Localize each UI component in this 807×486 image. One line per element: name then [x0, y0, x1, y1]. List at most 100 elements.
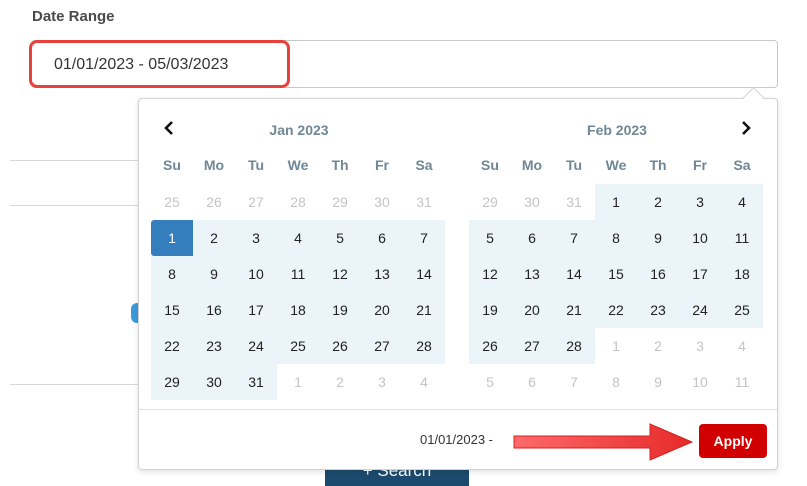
calendar-day[interactable]: 1: [595, 184, 637, 220]
calendar-day[interactable]: 4: [277, 220, 319, 256]
calendar-day[interactable]: 18: [721, 256, 763, 292]
calendar-day[interactable]: 1: [277, 364, 319, 400]
calendar-day[interactable]: 13: [511, 256, 553, 292]
calendar-day[interactable]: 26: [319, 328, 361, 364]
weekday-header: Fr: [375, 157, 389, 173]
calendar-day[interactable]: 11: [721, 220, 763, 256]
calendar-day[interactable]: 6: [511, 220, 553, 256]
calendar-day[interactable]: 31: [403, 184, 445, 220]
calendar-day[interactable]: 12: [319, 256, 361, 292]
calendar-day[interactable]: 31: [235, 364, 277, 400]
calendar-day[interactable]: 5: [469, 364, 511, 400]
weekday-header: Th: [331, 157, 349, 173]
calendar-day[interactable]: 7: [553, 364, 595, 400]
divider: [10, 205, 140, 206]
calendar-day[interactable]: 27: [361, 328, 403, 364]
calendar-day[interactable]: 1: [595, 328, 637, 364]
calendar-day[interactable]: 25: [277, 328, 319, 364]
calendar-day[interactable]: 29: [319, 184, 361, 220]
calendar-day[interactable]: 2: [193, 220, 235, 256]
calendar-day[interactable]: 26: [469, 328, 511, 364]
calendar-day[interactable]: 8: [595, 220, 637, 256]
calendar-day[interactable]: 15: [151, 292, 193, 328]
calendar-day[interactable]: 17: [679, 256, 721, 292]
calendar-day[interactable]: 3: [361, 364, 403, 400]
calendar-day[interactable]: 5: [469, 220, 511, 256]
calendar-day[interactable]: 27: [235, 184, 277, 220]
calendar-day[interactable]: 8: [595, 364, 637, 400]
calendar-day[interactable]: 21: [553, 292, 595, 328]
calendar-day[interactable]: 17: [235, 292, 277, 328]
annotation-arrow-icon: [513, 423, 694, 461]
calendar-day[interactable]: 9: [637, 220, 679, 256]
calendar-day[interactable]: 7: [553, 220, 595, 256]
divider: [10, 384, 140, 385]
calendar-day[interactable]: 7: [403, 220, 445, 256]
calendar-day[interactable]: 9: [193, 256, 235, 292]
apply-button[interactable]: Apply: [699, 424, 767, 458]
chevron-left-icon[interactable]: [163, 120, 175, 141]
weekday-header: Fr: [693, 157, 707, 173]
calendar-day[interactable]: 3: [679, 328, 721, 364]
calendar-day[interactable]: 6: [511, 364, 553, 400]
calendar-day[interactable]: 28: [553, 328, 595, 364]
calendar-day[interactable]: 14: [553, 256, 595, 292]
calendar-day[interactable]: 31: [553, 184, 595, 220]
calendar-day[interactable]: 23: [637, 292, 679, 328]
calendar-day[interactable]: 27: [511, 328, 553, 364]
calendar-day[interactable]: 3: [679, 184, 721, 220]
calendar-day[interactable]: 20: [511, 292, 553, 328]
selected-start-day[interactable]: 1: [151, 220, 193, 256]
calendar-day[interactable]: 25: [721, 292, 763, 328]
calendar-day[interactable]: 19: [469, 292, 511, 328]
calendar-day[interactable]: 20: [361, 292, 403, 328]
calendar-day[interactable]: 4: [403, 364, 445, 400]
calendar-day[interactable]: 4: [721, 328, 763, 364]
calendar-day[interactable]: 2: [637, 184, 679, 220]
calendar-day[interactable]: 10: [235, 256, 277, 292]
calendar-day[interactable]: 5: [319, 220, 361, 256]
calendar-day[interactable]: 28: [403, 328, 445, 364]
calendar-day[interactable]: 4: [721, 184, 763, 220]
weekday-header: Tu: [247, 157, 265, 173]
calendar-day[interactable]: 25: [151, 184, 193, 220]
calendar-day[interactable]: 10: [679, 220, 721, 256]
calendar-day[interactable]: 10: [679, 364, 721, 400]
selected-range-text: 01/01/2023 -: [420, 432, 494, 447]
calendar-day[interactable]: 9: [637, 364, 679, 400]
weekday-header: Mo: [521, 157, 543, 173]
calendar-day[interactable]: 28: [277, 184, 319, 220]
calendar-day[interactable]: 12: [469, 256, 511, 292]
calendar-day[interactable]: 30: [511, 184, 553, 220]
calendar-day[interactable]: 19: [319, 292, 361, 328]
calendar-day[interactable]: 21: [403, 292, 445, 328]
date-range-input[interactable]: 01/01/2023 - 05/03/2023: [31, 40, 778, 88]
calendar-day[interactable]: 13: [361, 256, 403, 292]
calendar-day[interactable]: 18: [277, 292, 319, 328]
calendar-day[interactable]: 24: [679, 292, 721, 328]
weekday-header: Su: [163, 157, 181, 173]
calendar-day[interactable]: 8: [151, 256, 193, 292]
calendar-day[interactable]: 16: [193, 292, 235, 328]
calendar-day[interactable]: 29: [151, 364, 193, 400]
calendar-day[interactable]: 11: [277, 256, 319, 292]
chevron-right-icon[interactable]: [740, 120, 752, 141]
calendar-day[interactable]: 23: [193, 328, 235, 364]
calendar-day[interactable]: 16: [637, 256, 679, 292]
calendar-day[interactable]: 30: [361, 184, 403, 220]
calendar-day[interactable]: 30: [193, 364, 235, 400]
calendar-day[interactable]: 11: [721, 364, 763, 400]
calendar-day[interactable]: 24: [235, 328, 277, 364]
calendar-day[interactable]: 15: [595, 256, 637, 292]
calendar-day[interactable]: 22: [151, 328, 193, 364]
calendar-day[interactable]: 3: [235, 220, 277, 256]
calendar-day[interactable]: 29: [469, 184, 511, 220]
calendar-day[interactable]: 6: [361, 220, 403, 256]
calendar-day[interactable]: 14: [403, 256, 445, 292]
calendar-day[interactable]: 2: [637, 328, 679, 364]
calendar-day[interactable]: 26: [193, 184, 235, 220]
calendar-day[interactable]: 2: [319, 364, 361, 400]
weekday-header: We: [605, 157, 627, 173]
weekday-header: Th: [649, 157, 667, 173]
calendar-day[interactable]: 22: [595, 292, 637, 328]
